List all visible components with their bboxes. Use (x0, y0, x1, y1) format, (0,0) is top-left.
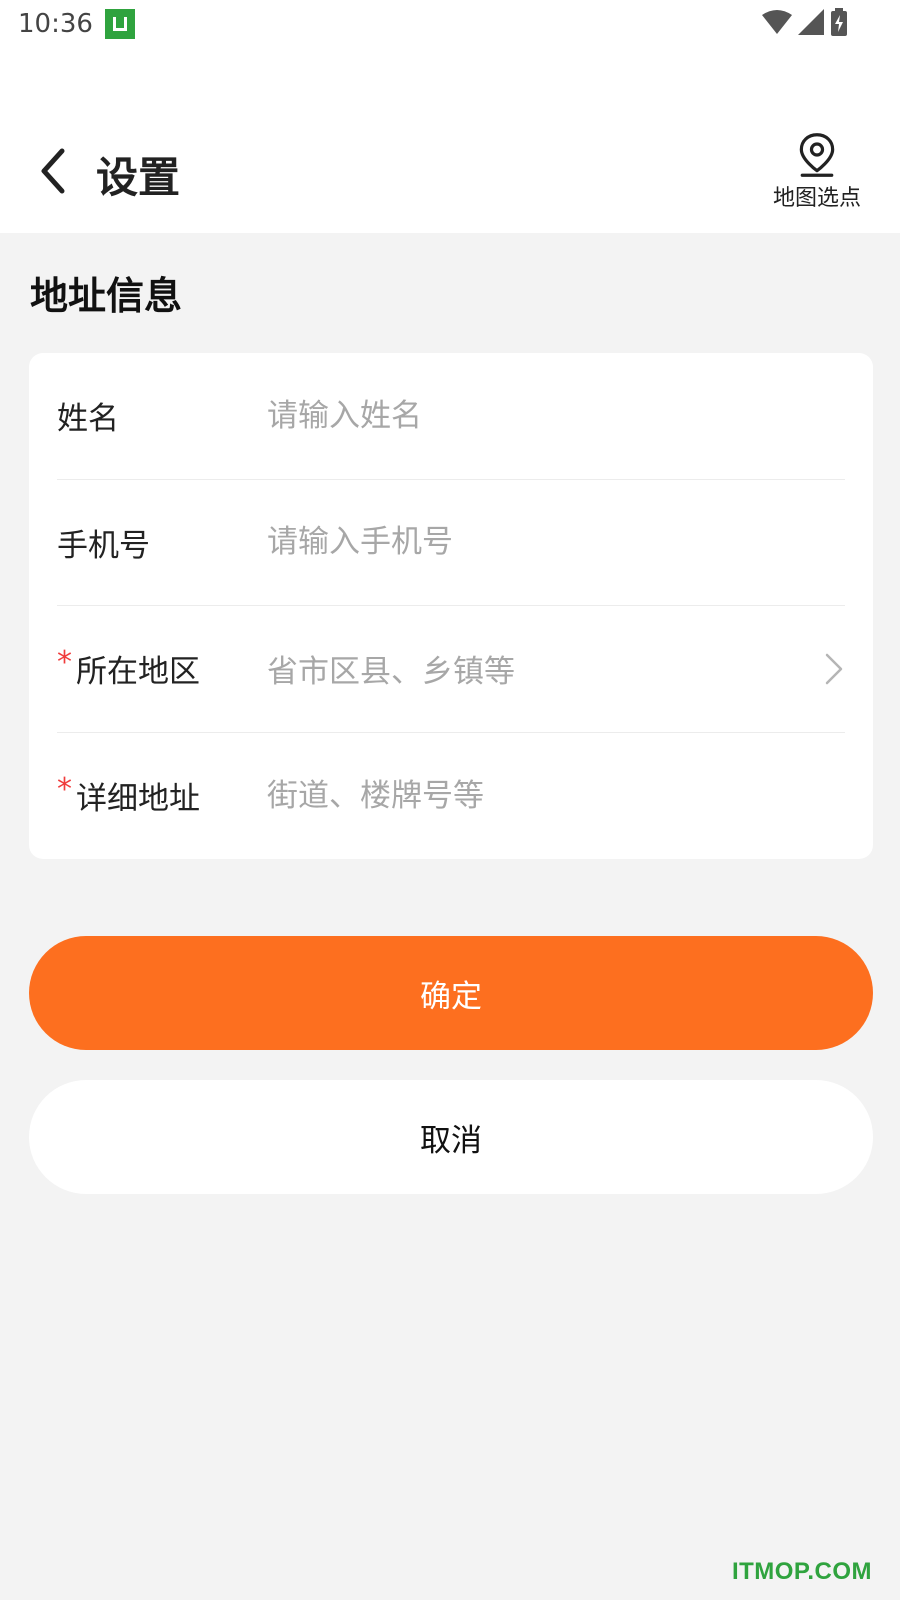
watermark: ITMOP.COM (731, 1558, 872, 1585)
form-row-detail-address: * 详细地址 (57, 733, 845, 860)
location-pin-icon (799, 133, 835, 177)
app-notification-icon (104, 9, 135, 39)
status-icons (762, 8, 848, 36)
header: 设置 地图选点 (0, 48, 900, 233)
map-pick-button[interactable]: 地图选点 (762, 132, 872, 212)
signal-icon (798, 9, 824, 35)
chevron-right-icon (825, 653, 843, 684)
cancel-button[interactable]: 取消 (29, 1080, 873, 1194)
page-title: 设置 (96, 153, 181, 202)
section-title: 地址信息 (30, 274, 183, 318)
region-selector[interactable]: * 所在地区 省市区县、乡镇等 (57, 606, 845, 733)
confirm-button[interactable]: 确定 (29, 936, 873, 1050)
address-form: 姓名 手机号 * 所在地区 省市区县、乡镇等 * 详细地址 (29, 353, 873, 859)
battery-charging-icon (831, 8, 847, 36)
name-input[interactable] (267, 397, 845, 434)
status-time: 10:36 (18, 9, 93, 39)
phone-label: 手机号 (57, 527, 150, 564)
chevron-left-icon (41, 148, 65, 194)
detail-address-label: * 详细地址 (57, 772, 200, 818)
form-row-name: 姓名 (57, 353, 845, 480)
region-label: * 所在地区 (57, 645, 200, 691)
region-placeholder: 省市区县、乡镇等 (267, 654, 515, 691)
form-row-phone: 手机号 (57, 480, 845, 606)
status-bar: 10:36 (0, 0, 900, 48)
map-pick-label: 地图选点 (772, 186, 861, 211)
required-mark: * (57, 772, 72, 808)
back-button[interactable] (28, 141, 78, 201)
phone-input[interactable] (267, 524, 845, 561)
detail-address-input[interactable] (267, 777, 845, 814)
wifi-icon (762, 10, 792, 34)
required-mark: * (57, 645, 72, 681)
name-label: 姓名 (57, 401, 119, 438)
